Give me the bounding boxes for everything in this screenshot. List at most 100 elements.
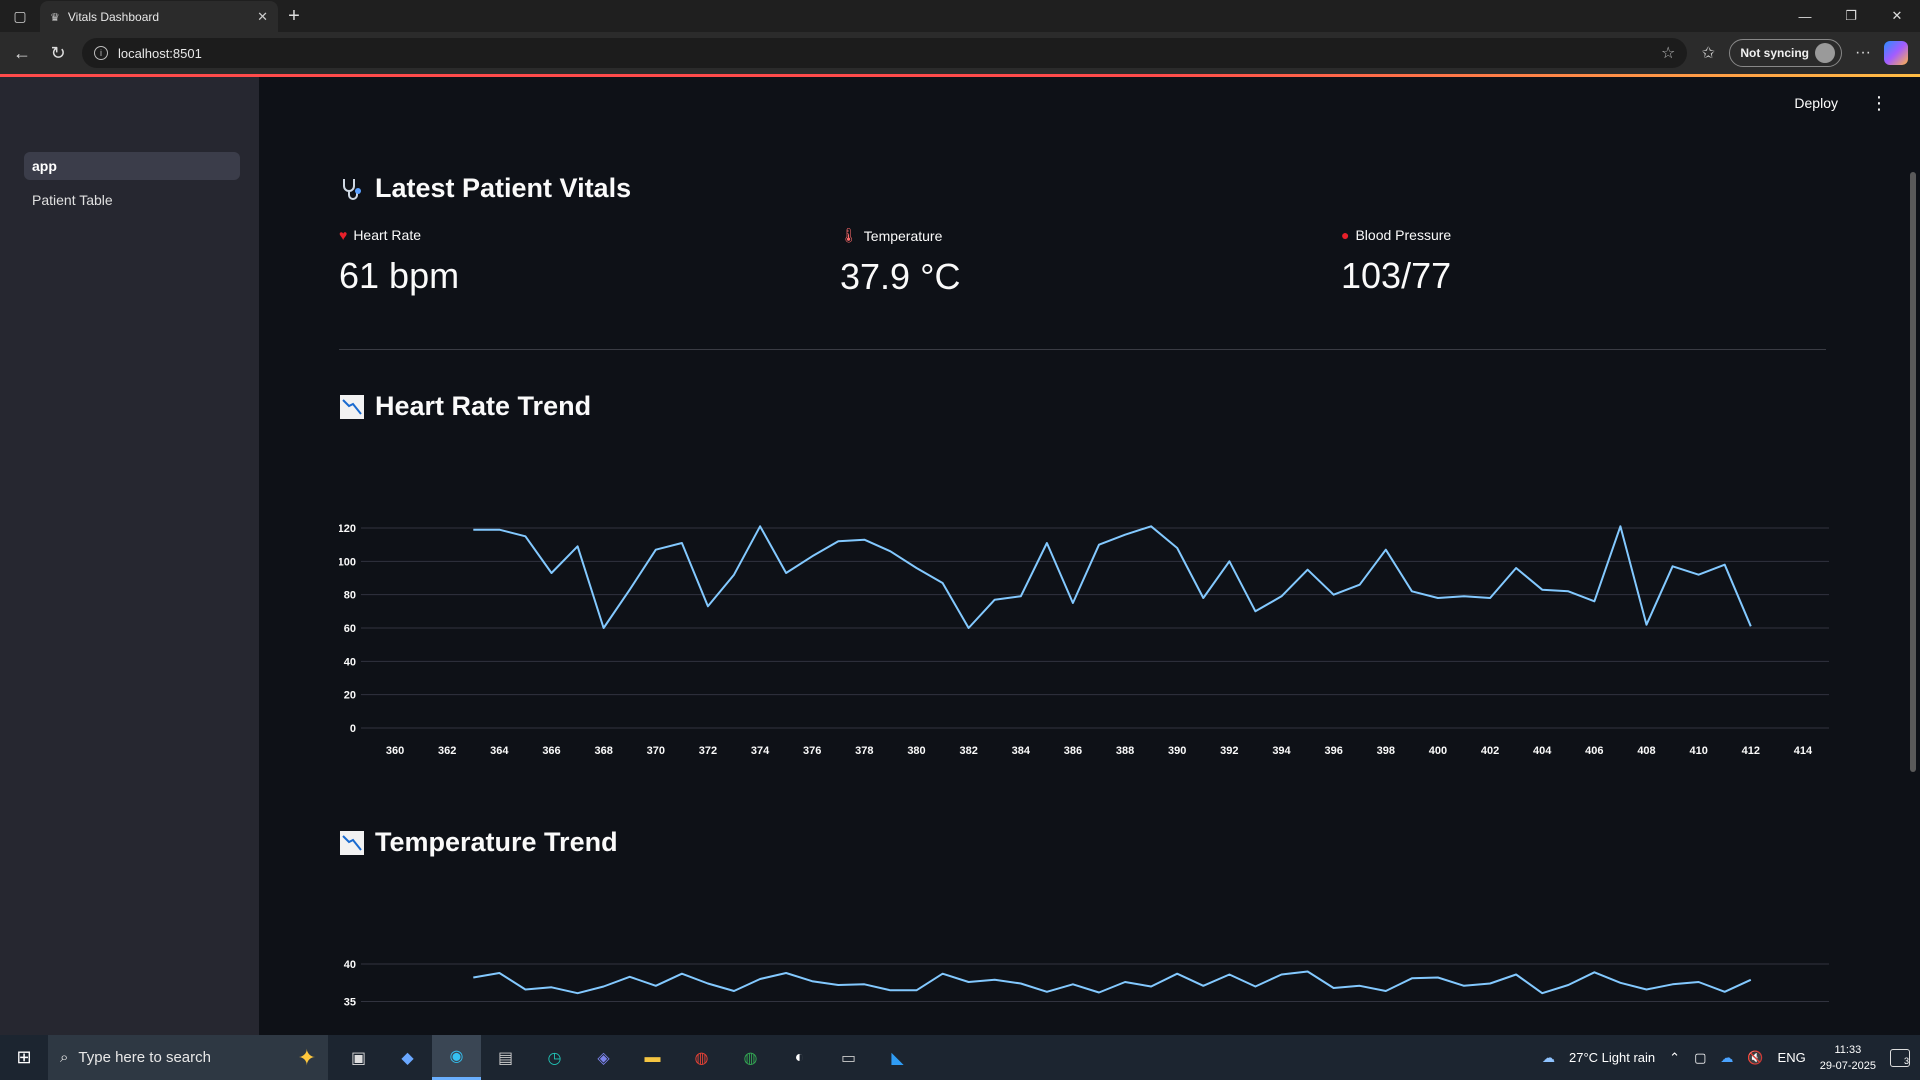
heart-icon: ♥: [339, 227, 348, 243]
chrome-profile-icon[interactable]: ◍: [726, 1035, 775, 1080]
url-field[interactable]: i localhost:8501 ☆: [82, 38, 1688, 68]
avatar: [1815, 43, 1835, 63]
language-indicator[interactable]: ENG: [1778, 1050, 1806, 1065]
y-tick-label: 20: [344, 690, 356, 702]
site-info-icon[interactable]: i: [94, 46, 108, 60]
vscode-icon[interactable]: ◣: [873, 1035, 922, 1080]
page-title: Latest Patient Vitals: [375, 173, 632, 203]
tab-actions-icon[interactable]: ▢: [0, 0, 40, 32]
back-icon[interactable]: ←: [6, 37, 38, 69]
vitals-heading: Latest Patient Vitals: [339, 173, 631, 204]
sidebar-item-label: app: [32, 158, 57, 174]
onedrive-icon[interactable]: ☁: [1720, 1050, 1733, 1066]
metric-value: 103/77: [1341, 255, 1452, 296]
x-tick-label: 384: [1012, 745, 1031, 757]
volume-muted-icon[interactable]: 🔇: [1747, 1050, 1763, 1066]
x-tick-label: 374: [751, 745, 770, 757]
favorite-star-icon[interactable]: ☆: [1661, 43, 1675, 63]
x-tick-label: 368: [594, 745, 612, 757]
x-tick-label: 370: [647, 745, 665, 757]
deploy-button[interactable]: Deploy: [1794, 95, 1838, 111]
thermometer-icon: 🌡: [840, 227, 858, 243]
temp-trend-heading: Temperature Trend: [339, 827, 618, 858]
y-tick-label: 0: [350, 723, 356, 735]
weather-text[interactable]: 27°C Light rain: [1569, 1050, 1655, 1065]
y-tick-label: 40: [344, 656, 356, 668]
github-desktop-icon[interactable]: ◐: [775, 1035, 824, 1080]
x-tick-label: 388: [1116, 745, 1134, 757]
favorites-icon[interactable]: ✩: [1691, 43, 1725, 63]
taskbar-search[interactable]: ⌕ Type here to search ✦: [48, 1035, 328, 1080]
main-content: Deploy ⋮ Latest Patient Vitals ♥ Heart Ra…: [259, 77, 1920, 1035]
x-tick-label: 400: [1429, 745, 1447, 757]
restore-icon[interactable]: ❐: [1828, 0, 1874, 32]
x-tick-label: 360: [386, 745, 404, 757]
browser-tab-bar: ▢ ♛ Vitals Dashboard ✕ + — ❐ ✕: [0, 0, 1920, 33]
edge-icon[interactable]: ◉: [432, 1035, 481, 1080]
x-tick-label: 390: [1168, 745, 1186, 757]
hr-trend-heading: Heart Rate Trend: [339, 391, 591, 422]
x-tick-label: 392: [1220, 745, 1238, 757]
section-title: Heart Rate Trend: [375, 391, 592, 421]
address-bar: ← ↻ i localhost:8501 ☆ ✩ Not syncing ···: [0, 32, 1920, 74]
temperature-chart: 35 40: [339, 872, 1839, 1035]
x-tick-label: 378: [855, 745, 873, 757]
copilot-icon[interactable]: [1884, 41, 1908, 65]
new-tab-button[interactable]: +: [278, 0, 310, 32]
meet-icon[interactable]: ▢: [1694, 1050, 1706, 1066]
main-menu-icon[interactable]: ⋮: [1870, 93, 1888, 114]
divider: [339, 349, 1826, 350]
file-explorer-icon[interactable]: ▬: [628, 1035, 677, 1080]
clock[interactable]: 11:33 29-07-2025: [1820, 1042, 1876, 1074]
close-tab-icon[interactable]: ✕: [257, 9, 268, 25]
x-tick-label: 372: [699, 745, 717, 757]
x-tick-label: 398: [1377, 745, 1395, 757]
x-tick-label: 386: [1064, 745, 1082, 757]
minimize-icon[interactable]: —: [1782, 0, 1828, 32]
metric-label: Temperature: [863, 227, 943, 244]
drop-icon: ●: [1341, 227, 1350, 243]
task-view-icon[interactable]: ▣: [334, 1035, 383, 1080]
y-tick-label: 100: [339, 556, 356, 568]
x-tick-label: 396: [1324, 745, 1342, 757]
profile-sync-button[interactable]: Not syncing: [1729, 39, 1842, 67]
x-tick-label: 382: [959, 745, 977, 757]
metric-value: 61 bpm: [339, 255, 460, 296]
metric-label: Heart Rate: [353, 227, 422, 243]
browser-tab[interactable]: ♛ Vitals Dashboard ✕: [40, 1, 278, 33]
sidebar-item-label: Patient Table: [32, 192, 113, 208]
copilot-app-icon[interactable]: ◆: [383, 1035, 432, 1080]
browser-menu-icon[interactable]: ···: [1846, 44, 1880, 62]
close-window-icon[interactable]: ✕: [1874, 0, 1920, 32]
x-tick-label: 362: [438, 745, 456, 757]
tray-chevron-icon[interactable]: ⌃: [1669, 1050, 1680, 1066]
section-title: Temperature Trend: [375, 827, 618, 857]
scrollbar[interactable]: [1910, 172, 1916, 772]
teams-icon[interactable]: ◈: [579, 1035, 628, 1080]
y-tick-label: 60: [344, 623, 356, 635]
y-tick-label: 120: [339, 523, 356, 535]
clock-app-icon[interactable]: ◷: [530, 1035, 579, 1080]
refresh-icon[interactable]: ↻: [42, 37, 74, 69]
y-tick-label: 40: [344, 959, 356, 971]
sidebar-item-patient-table[interactable]: Patient Table: [24, 186, 240, 214]
copilot-sparkle-icon: ✦: [297, 1044, 316, 1070]
x-tick-label: 408: [1637, 745, 1655, 757]
store-icon[interactable]: ▤: [481, 1035, 530, 1080]
x-tick-label: 394: [1272, 745, 1291, 757]
notification-icon[interactable]: 3: [1890, 1048, 1910, 1067]
series-line: [473, 970, 1752, 995]
sidebar-item-app[interactable]: app: [24, 152, 240, 180]
weather-icon[interactable]: ☁: [1542, 1050, 1555, 1066]
url-text: localhost:8501: [118, 45, 202, 61]
x-tick-label: 410: [1689, 745, 1707, 757]
windows-start-icon[interactable]: ⊞: [0, 1035, 48, 1080]
sync-label: Not syncing: [1740, 46, 1809, 60]
x-tick-label: 406: [1585, 745, 1603, 757]
date: 29-07-2025: [1819, 1059, 1876, 1072]
series-line: [473, 525, 1752, 629]
heart-rate-chart: 0 20 40 60 80 100 120 360 362 364 366 368 370 372 374 3…: [339, 437, 1839, 757]
chrome-icon[interactable]: ◍: [677, 1035, 726, 1080]
metric-label: Blood Pressure: [1355, 227, 1452, 243]
terminal-icon[interactable]: ▭: [824, 1035, 873, 1080]
